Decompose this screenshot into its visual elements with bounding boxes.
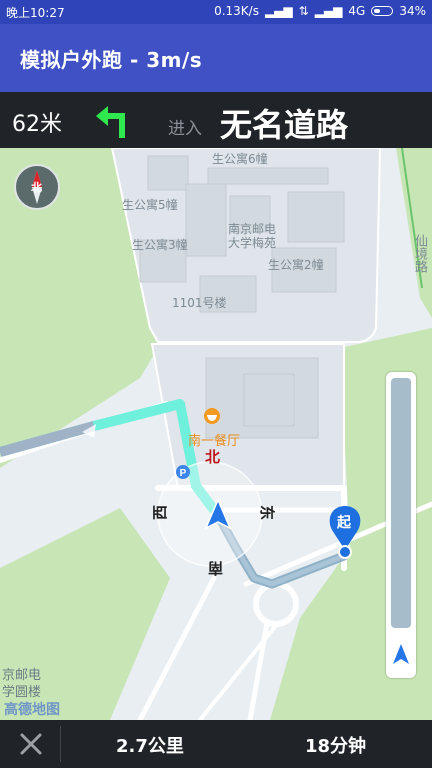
direction-label-west: 西 [151,504,170,521]
start-marker-label: 起 [337,515,351,531]
map-view[interactable]: P 生公寓6幢 生公寓5幢 南京邮电 大学梅苑 生公寓3幢 生公寓2幢 1101… [0,148,432,720]
svg-text:P: P [180,468,187,479]
remaining-time: 18分钟 [305,736,367,757]
map-label-school-2: 大学梅苑 [228,236,277,250]
map-label-building-1101: 1101号楼 [172,296,227,310]
compass-button[interactable]: 北 [14,164,60,210]
signal-icon: ▂▄▆ [264,4,293,18]
enter-label: 进入 [168,119,202,139]
divider [60,726,61,762]
direction-label-north: 北 [205,448,221,466]
remaining-distance: 2.7公里 [116,736,184,757]
map-label-apt3: 生公寓3幢 [132,238,188,252]
next-turn-distance: 62米 [12,112,62,137]
zoom-slider[interactable] [386,372,416,678]
amap-logo: 高德地图 [4,702,60,718]
compass-label: 北 [31,181,42,194]
navigation-instruction-panel: 62米 进入 无名道路 [0,92,432,148]
battery-icon [371,6,394,16]
data-icon: ⇅ [298,4,309,18]
bottom-bar: 2.7公里 18分钟 [0,720,432,768]
map-label-apt5: 生公寓5幢 [122,198,178,212]
map-label-apt6: 生公寓6幢 [212,152,268,166]
battery-level: 34% [399,4,426,18]
locate-arrow-icon[interactable] [389,638,413,668]
status-right: 0.13K/s ▂▄▆ ⇅ ▂▄▆ 4G 34% [214,4,426,18]
direction-label-south: 南 [208,559,224,577]
close-icon[interactable] [18,731,44,757]
status-time: 晚上10:27 [6,6,65,20]
turn-left-arrow-icon [96,106,125,138]
page-title: 模拟户外跑 - 3m/s [20,48,203,72]
map-label-apt2: 生公寓2幢 [268,258,324,272]
direction-label-east: 东 [258,504,277,521]
zoom-track[interactable] [391,378,411,628]
app-bar: 模拟户外跑 - 3m/s [0,24,432,92]
status-bar: 晚上10:27 0.13K/s ▂▄▆ ⇅ ▂▄▆ 4G 34% [0,0,432,24]
network-type: 4G [348,4,366,18]
signal-icon-2: ▂▄▆ [314,4,343,18]
network-speed: 0.13K/s [214,4,259,18]
road-name: 无名道路 [220,106,349,144]
map-label-road-right: 仙境路 [412,234,427,273]
map-label-campus-2: 学圆楼 [2,685,42,700]
